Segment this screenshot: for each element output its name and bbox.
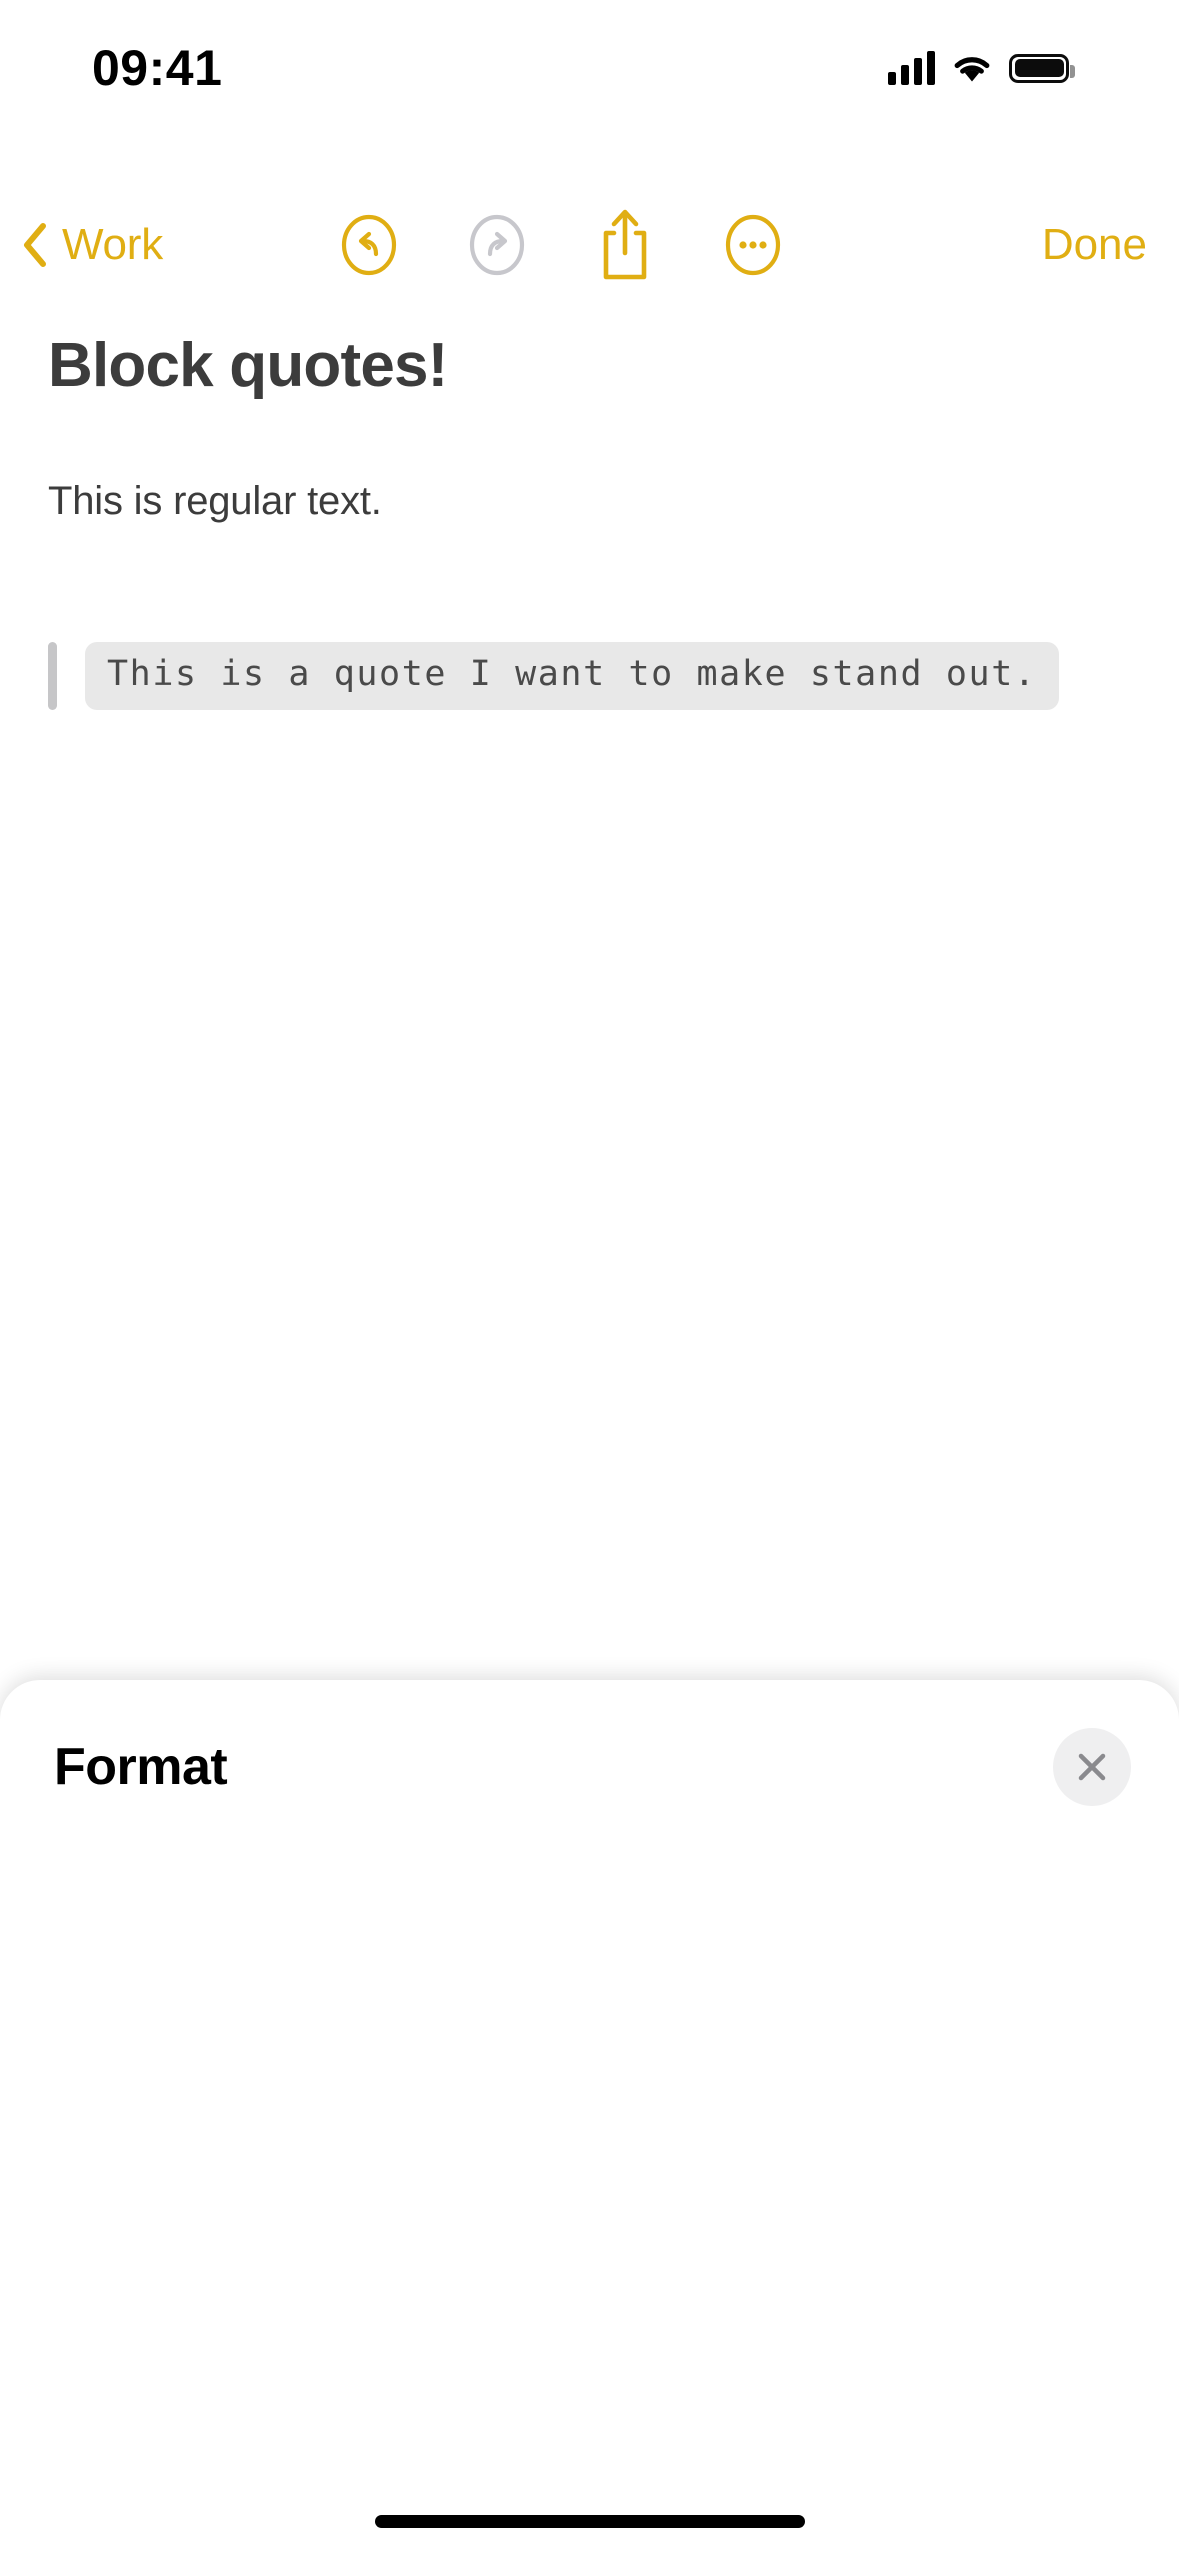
redo-button[interactable] <box>433 190 561 300</box>
format-sheet: Format Title Heading Subheading Body Mon… <box>0 1680 1179 2556</box>
navigation-toolbar: Work Done <box>0 190 1179 300</box>
status-bar: 09:41 <box>0 0 1179 118</box>
undo-circle-icon <box>341 214 397 276</box>
note-content[interactable]: Block quotes! This is regular text. This… <box>0 330 1179 710</box>
status-bar-clock: 09:41 <box>92 40 223 96</box>
battery-full-icon <box>1009 53 1075 83</box>
share-button[interactable] <box>561 190 689 300</box>
redo-circle-icon <box>469 214 525 276</box>
chevron-left-icon <box>24 223 46 267</box>
status-bar-indicators <box>888 51 1075 85</box>
wifi-icon <box>954 57 990 82</box>
note-title: Block quotes! <box>48 331 448 400</box>
format-sheet-header: Format <box>0 1680 1179 1806</box>
undo-button[interactable] <box>305 190 433 300</box>
ellipsis-circle-icon <box>725 214 781 276</box>
cellular-bars-icon <box>888 51 935 85</box>
editor-tool-buttons <box>305 190 817 300</box>
close-x-icon <box>1078 1753 1106 1781</box>
share-up-icon <box>603 209 647 280</box>
notes-note-editor-screen: 09:41 Work Done Block quotes! This is re… <box>0 0 1179 2556</box>
done-button[interactable]: Done <box>1042 220 1147 270</box>
blockquote-text: This is a quote I want to make stand out… <box>85 642 1059 710</box>
back-button-label: Work <box>62 220 164 269</box>
note-blockquote: This is a quote I want to make stand out… <box>48 642 1179 710</box>
format-sheet-title: Format <box>54 1738 228 1796</box>
blockquote-bar <box>48 642 57 710</box>
close-format-sheet-button[interactable] <box>1053 1728 1131 1806</box>
home-indicator <box>374 2515 805 2528</box>
back-to-folder-button[interactable]: Work <box>22 220 163 270</box>
note-paragraph: This is regular text. <box>48 479 382 523</box>
more-options-button[interactable] <box>689 190 817 300</box>
